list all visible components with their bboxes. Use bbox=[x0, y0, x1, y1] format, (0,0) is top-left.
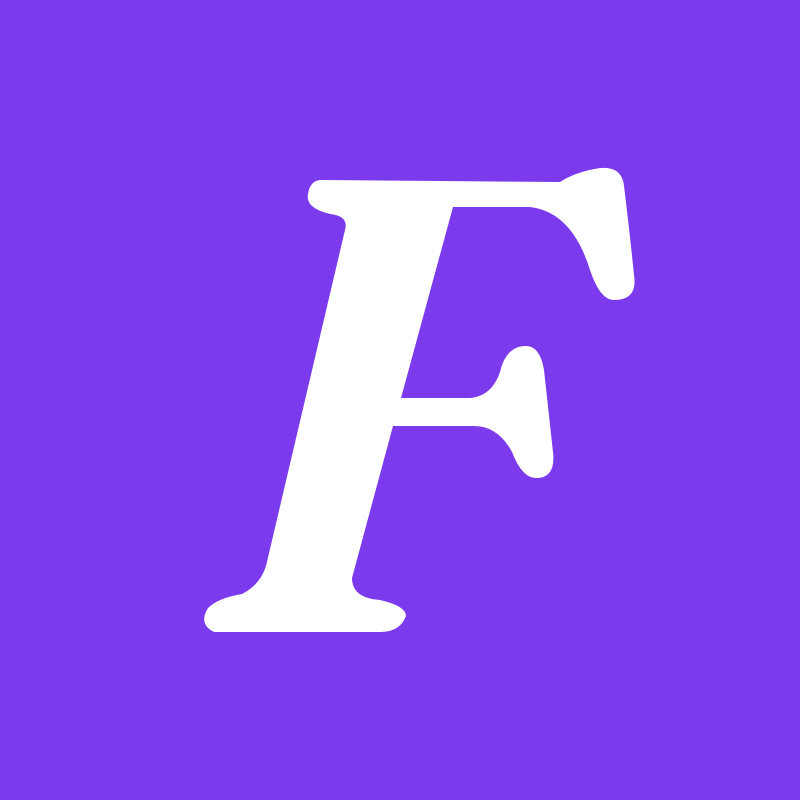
letter-f-logo-icon bbox=[0, 0, 800, 800]
app-icon-canvas bbox=[0, 0, 800, 800]
